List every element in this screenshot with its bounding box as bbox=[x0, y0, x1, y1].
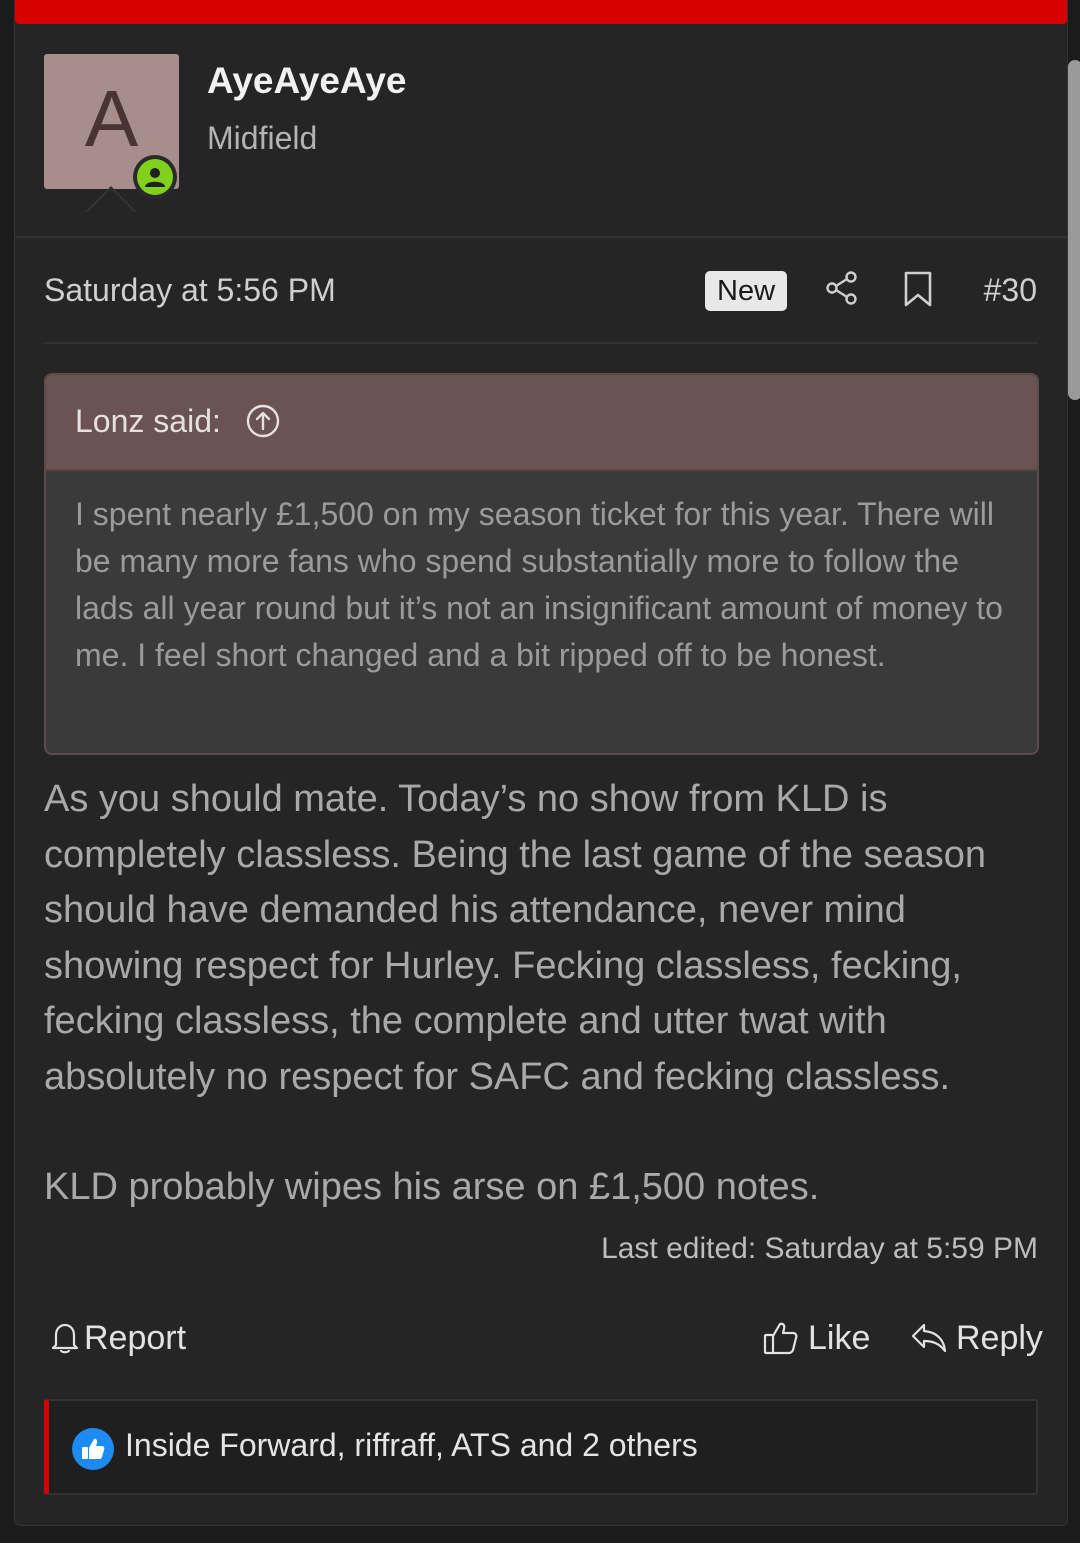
reply-label: Reply bbox=[956, 1318, 1043, 1357]
report-label: Report bbox=[84, 1318, 187, 1357]
bookmark-icon[interactable] bbox=[902, 270, 934, 308]
reaction-list[interactable]: Inside Forward, riffraff, ATS and 2 othe… bbox=[125, 1427, 698, 1464]
reactions-bar[interactable]: Inside Forward, riffraff, ATS and 2 othe… bbox=[44, 1399, 1038, 1495]
header-pointer-inner bbox=[87, 189, 135, 213]
user-header: A AyeAyeAye Midfield bbox=[15, 24, 1067, 238]
like-label: Like bbox=[808, 1318, 871, 1357]
like-button[interactable]: Like bbox=[762, 1310, 870, 1366]
post-meta-row: Saturday at 5:56 PM New #30 bbox=[44, 240, 1037, 344]
quote-block: Lonz said: I spent nearly £1,500 on my s… bbox=[44, 373, 1039, 755]
reply-icon bbox=[911, 1323, 947, 1353]
share-icon[interactable] bbox=[824, 270, 860, 306]
report-button[interactable]: Report bbox=[50, 1310, 186, 1366]
message-body: As you should mate. Today’s no show from… bbox=[44, 772, 1039, 1216]
quote-text: I spent nearly £1,500 on my season ticke… bbox=[75, 496, 1003, 673]
scrollbar[interactable] bbox=[1068, 60, 1080, 400]
thumbs-up-outline-icon bbox=[763, 1322, 798, 1355]
username[interactable]: AyeAyeAye bbox=[207, 60, 407, 102]
post-date[interactable]: Saturday at 5:56 PM bbox=[44, 272, 336, 309]
message-paragraph: KLD probably wipes his arse on £1,500 no… bbox=[44, 1166, 820, 1208]
bell-icon bbox=[51, 1323, 79, 1354]
new-badge: New bbox=[705, 271, 788, 311]
online-user-icon bbox=[137, 159, 173, 195]
last-edited: Last edited: Saturday at 5:59 PM bbox=[601, 1232, 1038, 1265]
arrow-up-circle-icon[interactable] bbox=[246, 404, 280, 438]
quote-header: Lonz said: bbox=[46, 375, 1037, 471]
post-actions: Report Like Reply bbox=[44, 1310, 1043, 1366]
post-accent-bar bbox=[15, 0, 1067, 24]
reply-button[interactable]: Reply bbox=[910, 1310, 1043, 1366]
quote-author: Lonz said: bbox=[75, 403, 221, 439]
message-paragraph: As you should mate. Today’s no show from… bbox=[44, 778, 987, 1098]
thumbs-up-icon bbox=[72, 1428, 114, 1470]
avatar-letter: A bbox=[84, 73, 139, 163]
online-status-badge bbox=[133, 155, 177, 199]
page: A AyeAyeAye Midfield Saturday at 5:56 PM… bbox=[0, 0, 1080, 1543]
post-number[interactable]: #30 bbox=[984, 272, 1037, 309]
user-title: Midfield bbox=[207, 120, 318, 156]
forum-post: A AyeAyeAye Midfield Saturday at 5:56 PM… bbox=[14, 0, 1068, 1526]
